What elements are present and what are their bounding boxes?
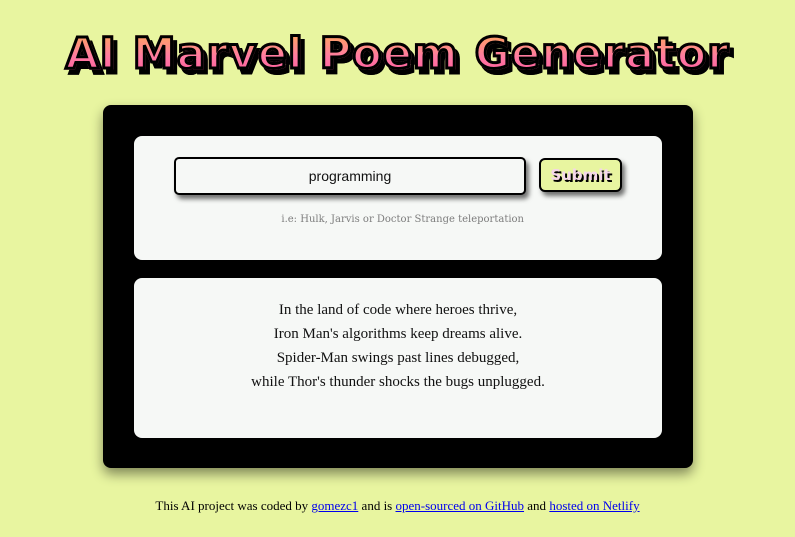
github-link[interactable]: open-sourced on GitHub: [396, 498, 525, 513]
footer: This AI project was coded by gomezc1 and…: [0, 498, 795, 514]
poem-line: while Thor's thunder shocks the bugs unp…: [251, 374, 545, 390]
poem-line: Iron Man's algorithms keep dreams alive.: [273, 326, 523, 342]
submit-button[interactable]: Submit: [539, 158, 622, 192]
footer-text: and: [524, 498, 550, 513]
poem-panel: In the land of code where heroes thrive,…: [134, 278, 662, 438]
input-hint: i.e: Hulk, Jarvis or Doctor Strange tele…: [281, 214, 524, 225]
poem-text: In the land of code where heroes thrive,…: [134, 298, 662, 394]
author-link[interactable]: gomezc1: [311, 498, 358, 513]
app-title: AI Marvel Poem Generator: [0, 26, 795, 82]
netlify-link[interactable]: hosted on Netlify: [549, 498, 639, 513]
search-form: Submit i.e: Hulk, Jarvis or Doctor Stran…: [134, 136, 662, 260]
poem-line: Spider-Man swings past lines debugged,: [276, 350, 520, 366]
footer-text: and is: [358, 498, 396, 513]
footer-text: This AI project was coded by: [155, 498, 312, 513]
poem-topic-input[interactable]: [174, 157, 526, 195]
main-card: Submit i.e: Hulk, Jarvis or Doctor Stran…: [103, 105, 693, 468]
poem-line: In the land of code where heroes thrive,: [278, 302, 518, 318]
page: AI Marvel Poem Generator Submit i.e: Hul…: [0, 0, 795, 537]
